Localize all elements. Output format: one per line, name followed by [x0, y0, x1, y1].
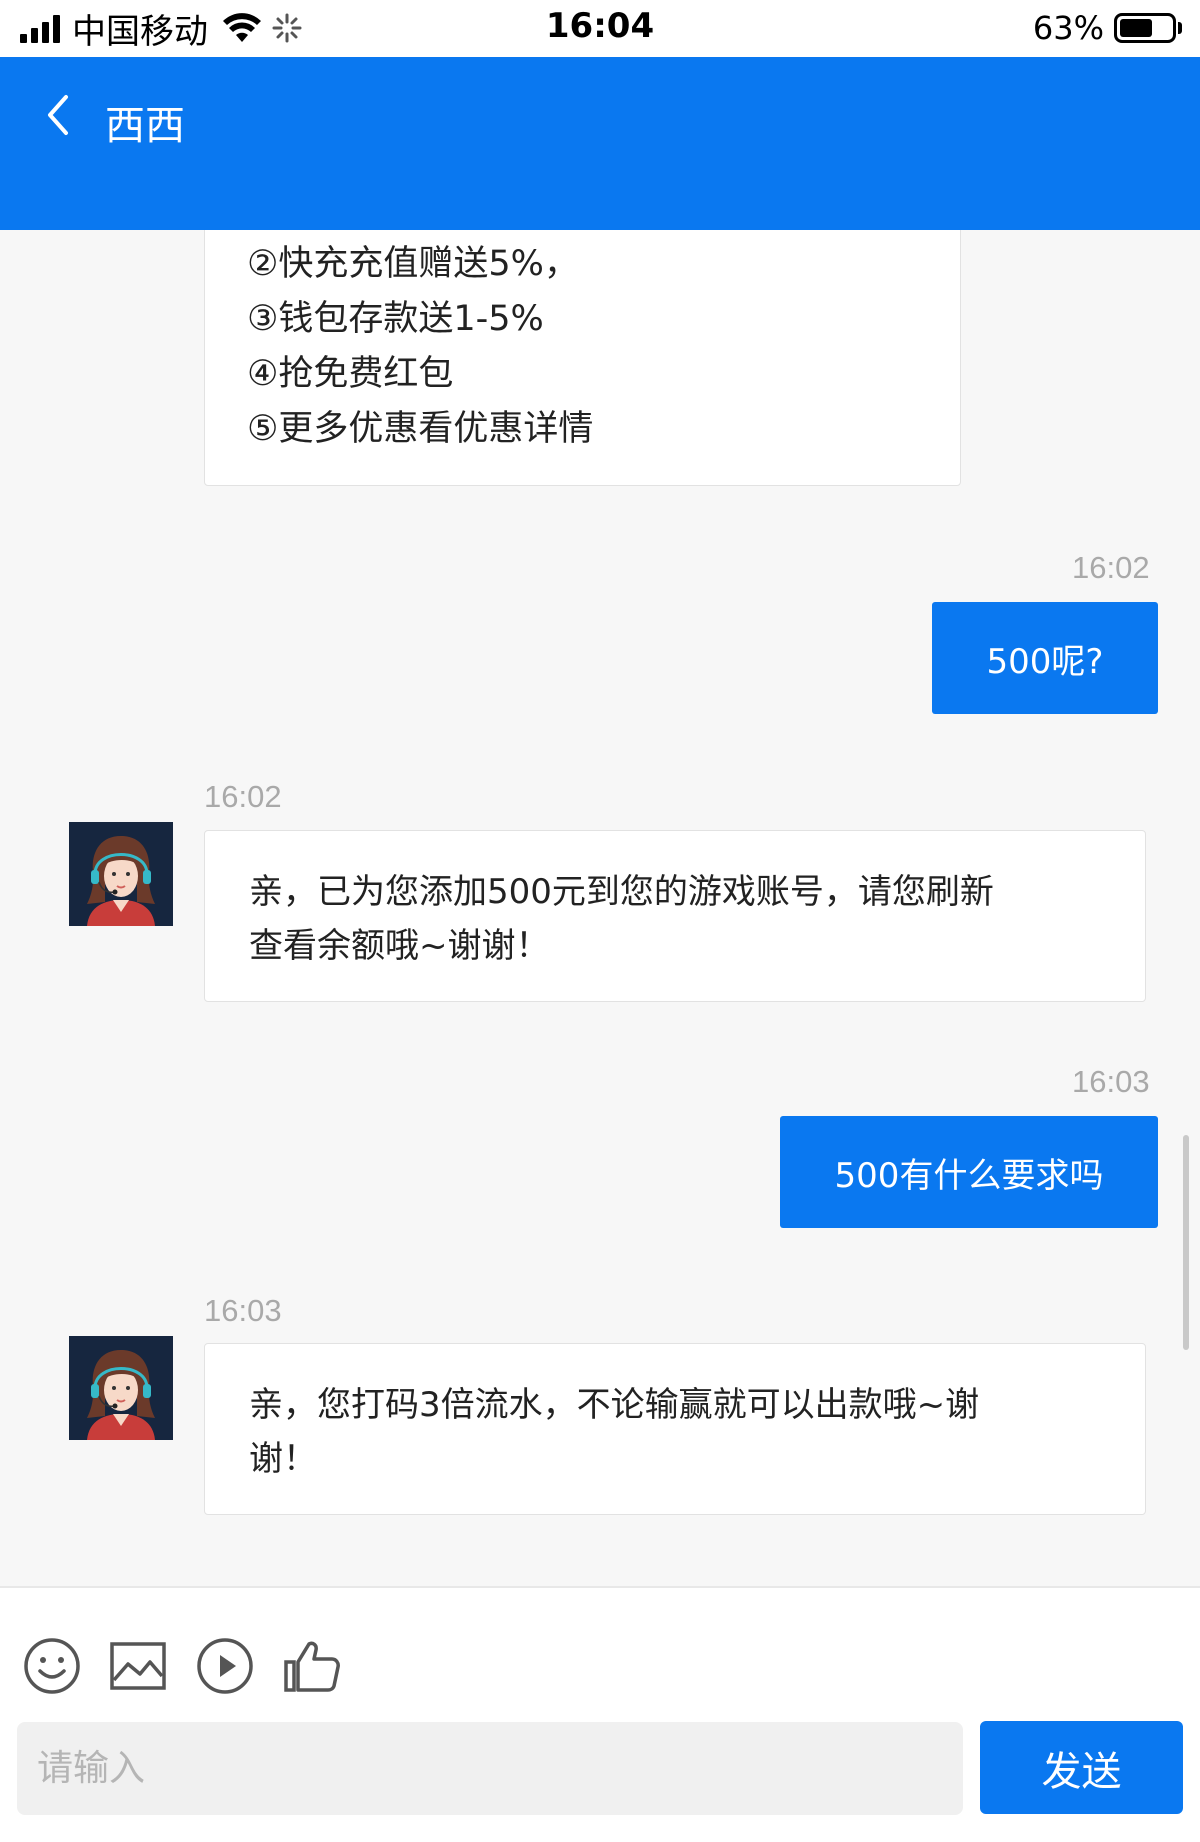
status-right: 63%: [1033, 8, 1182, 48]
received-message-bubble: 亲，已为您添加500元到您的游戏账号，请您刷新 查看余额哦~谢谢！: [204, 830, 1146, 1002]
image-icon[interactable]: [108, 1636, 168, 1696]
smiley-icon[interactable]: [22, 1636, 82, 1696]
promo-line: ③钱包存款送1-5%: [247, 299, 544, 339]
message-list[interactable]: ②快充充值赠送5%， ③钱包存款送1-5% ④抢免费红包 ⑤更多优惠看优惠详情 …: [0, 230, 1200, 1586]
promo-line: ⑤更多优惠看优惠详情: [247, 409, 594, 449]
agent-avatar: [69, 1336, 173, 1440]
chat-scrollbar[interactable]: [1183, 1135, 1189, 1350]
message-text: 500有什么要求吗: [834, 1155, 1104, 1196]
received-message-bubble: 亲，您打码3倍流水，不论输赢就可以出款哦~谢 谢！: [204, 1343, 1146, 1515]
battery-level: [1120, 19, 1152, 37]
sent-message-bubble: 500有什么要求吗: [780, 1116, 1158, 1228]
message-text: 500呢?: [986, 641, 1104, 682]
message-text: 亲，已为您添加500元到您的游戏账号，请您刷新: [249, 872, 994, 912]
sent-message-bubble: 500呢?: [932, 602, 1158, 714]
message-bubble-promo: ②快充充值赠送5%， ③钱包存款送1-5% ④抢免费红包 ⑤更多优惠看优惠详情: [204, 230, 961, 486]
message-input[interactable]: [17, 1722, 963, 1815]
message-timestamp: 16:02: [1072, 550, 1150, 585]
play-icon[interactable]: [195, 1636, 255, 1696]
status-bar: 中国移动 16:04 63%: [0, 0, 1200, 57]
promo-line: ④抢免费红包: [247, 354, 454, 394]
battery-tip: [1178, 22, 1182, 34]
composer: 发送: [0, 1586, 1200, 1842]
battery-icon: [1114, 13, 1176, 43]
message-text: 查看余额哦~谢谢！: [249, 926, 550, 966]
agent-avatar: [69, 822, 173, 926]
battery-percent: 63%: [1032, 9, 1104, 47]
promo-line: ②快充充值赠送5%，: [247, 244, 579, 284]
thumbs-up-icon[interactable]: [282, 1636, 342, 1696]
chevron-left-icon[interactable]: [38, 87, 78, 143]
message-timestamp: 16:03: [1072, 1064, 1150, 1099]
message-timestamp: 16:03: [204, 1293, 282, 1328]
status-time: 16:04: [545, 6, 655, 46]
send-button[interactable]: 发送: [980, 1721, 1183, 1814]
message-text: 谢！: [249, 1439, 317, 1479]
page-title: 西西: [105, 103, 185, 149]
message-timestamp: 16:02: [204, 779, 282, 814]
chat-header: 西西: [0, 57, 1200, 230]
message-text: 亲，您打码3倍流水，不论输赢就可以出款哦~谢: [249, 1385, 980, 1425]
